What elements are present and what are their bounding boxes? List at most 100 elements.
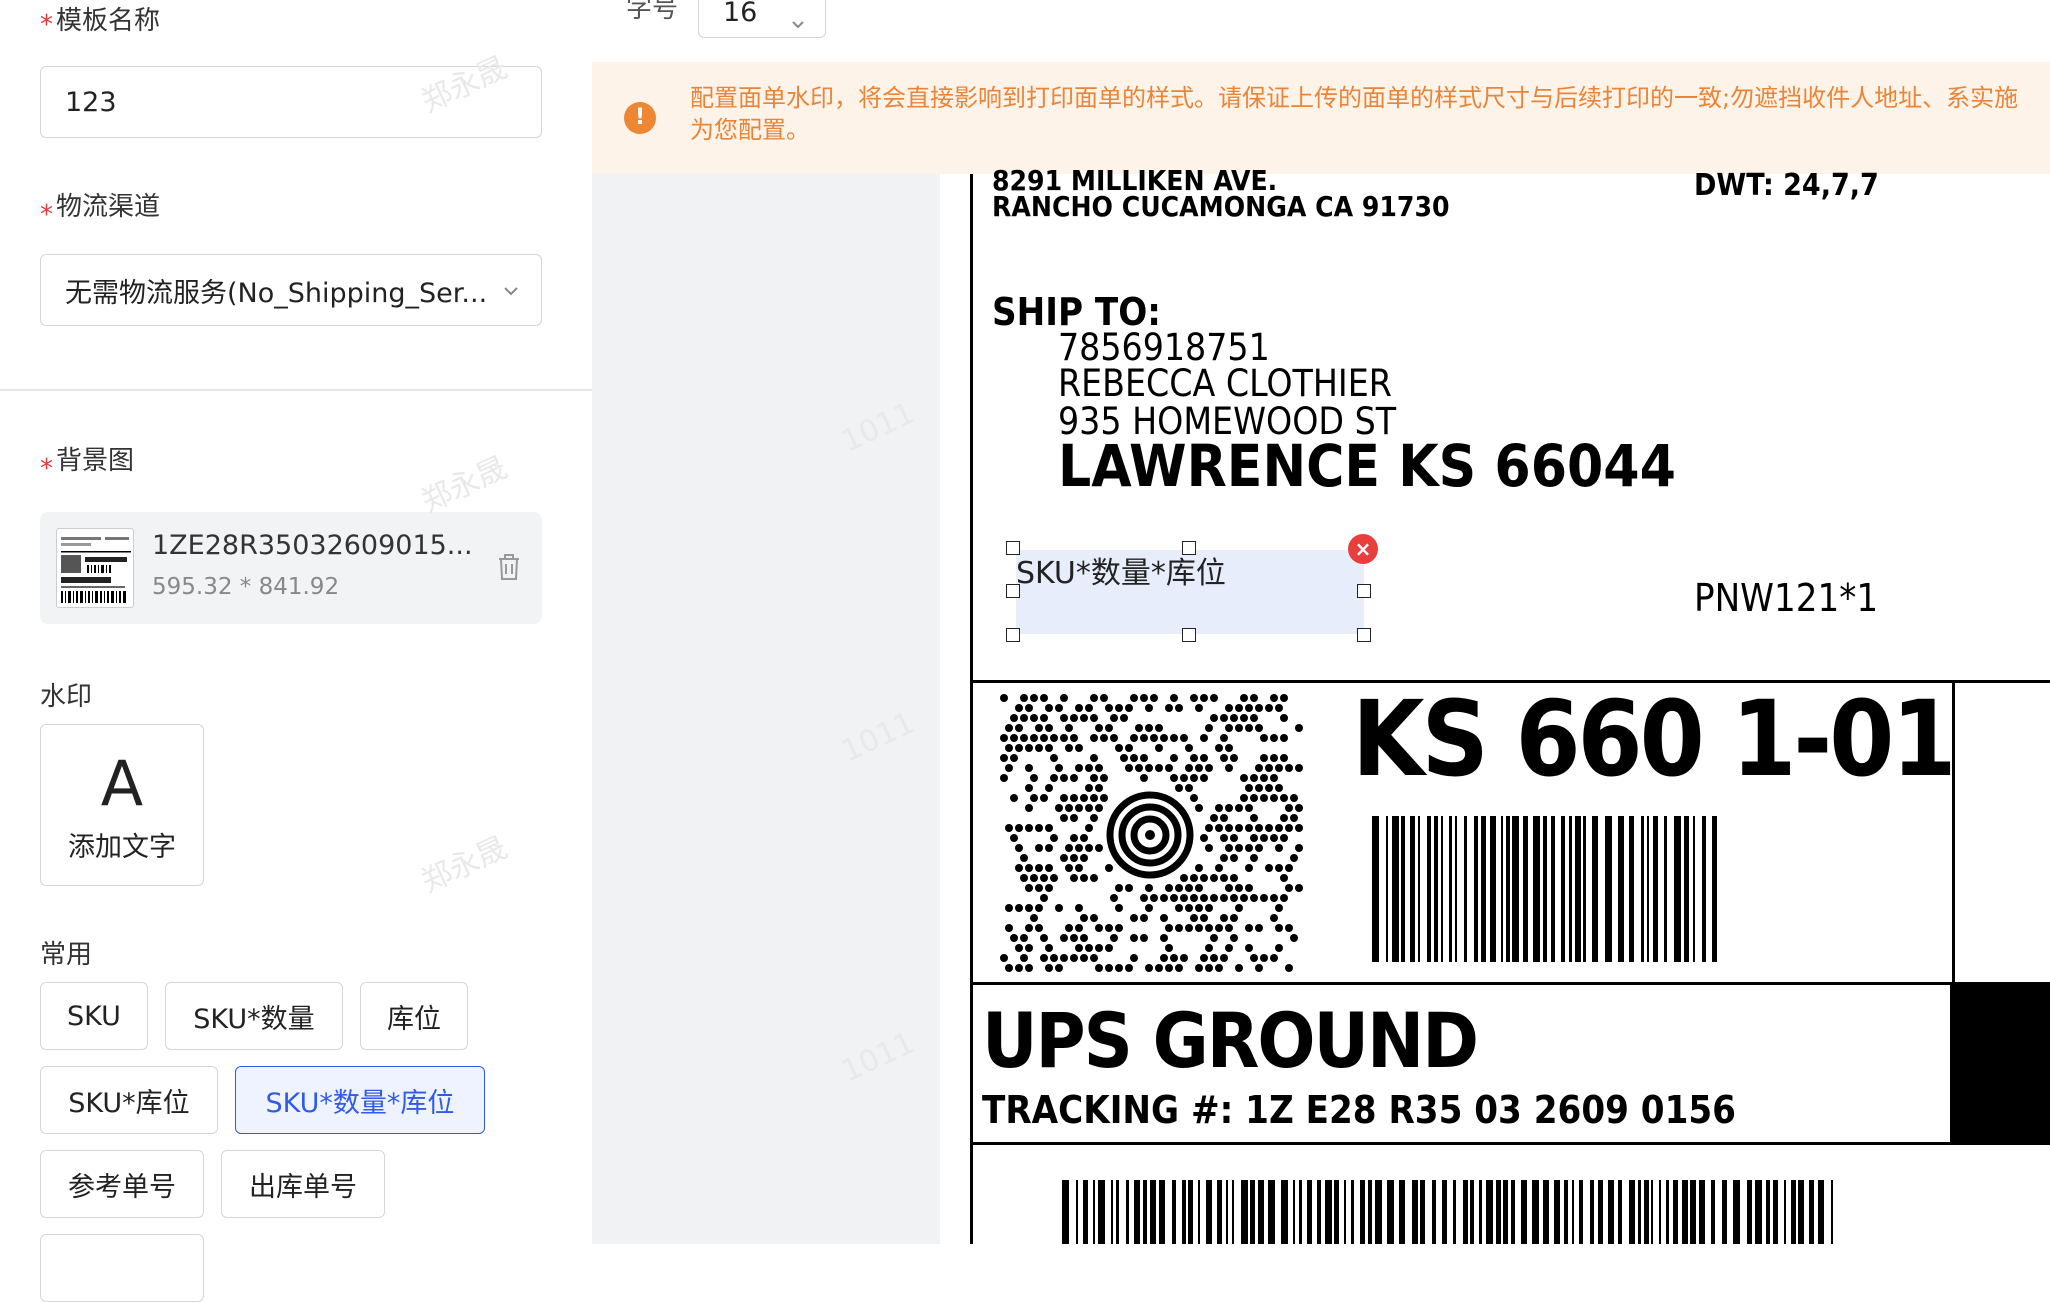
maxicode-dot [1225,944,1233,952]
trash-icon[interactable] [496,552,522,586]
maxicode-dot [1025,944,1033,952]
tag-sku[interactable]: SKU [40,982,148,1050]
maxicode-dot [1090,914,1098,922]
maxicode-dot [1070,714,1078,722]
maxicode-dot [1230,894,1238,902]
barcode-bar [1441,816,1443,962]
tag-sku-qty-location[interactable]: SKU*数量*库位 [235,1066,485,1134]
maxicode-dot [1225,724,1233,732]
barcode-bar [1076,1180,1078,1244]
maxicode-dot [1245,724,1253,732]
tag-location[interactable]: 库位 [360,982,468,1050]
maxicode-dot [1180,774,1188,782]
maxicode-dot [1130,734,1138,742]
template-name-input[interactable]: 123 [40,66,542,138]
barcode-bar [1592,816,1598,962]
maxicode-dot [1220,914,1228,922]
font-size-select[interactable]: 16 [698,0,826,38]
maxicode-dot [1200,894,1208,902]
maxicode-dot [1270,894,1278,902]
maxicode-dot [1165,944,1173,952]
barcode-bar [1532,1180,1539,1244]
maxicode-dot [1000,774,1008,782]
maxicode-dot [1195,924,1203,932]
maxicode-dot [1280,714,1288,722]
maxicode-dot [1285,884,1293,892]
maxicode-dot [1295,804,1303,812]
maxicode-dot [1025,784,1033,792]
maxicode-dot [1175,784,1183,792]
barcode-bar [1747,1180,1752,1244]
barcode-bar [1375,1180,1382,1244]
maxicode-dot [1095,724,1103,732]
close-icon[interactable]: × [1348,534,1378,564]
maxicode-dot [1015,744,1023,752]
tag-outbound-number[interactable]: 出库单号 [221,1150,385,1218]
maxicode-dot [1035,904,1043,912]
barcode-bar [1386,816,1388,962]
tag-sku-qty[interactable]: SKU*数量 [165,982,343,1050]
maxicode-dot [1280,694,1288,702]
maxicode-dot [1095,964,1103,972]
maxicode-dot [1165,884,1173,892]
maxicode-dot [1140,694,1148,702]
maxicode-dot [1055,904,1063,912]
maxicode-dot [1215,864,1223,872]
maxicode-dot [1125,764,1133,772]
maxicode-dot [1230,874,1238,882]
maxicode-dot [1150,694,1158,702]
tag-reference-number[interactable]: 参考单号 [40,1150,204,1218]
maxicode-dot [1215,744,1223,752]
maxicode-dot [1280,834,1288,842]
maxicode-dot [1045,964,1053,972]
maxicode-dot [1260,894,1268,902]
maxicode-dot [1245,704,1253,712]
maxicode-dot [1070,734,1078,742]
barcode-bar [1392,816,1399,962]
barcode-bar [1486,1180,1493,1244]
maxicode-dot [1100,794,1108,802]
maxicode-dot [1225,804,1233,812]
tag-sku-location[interactable]: SKU*库位 [40,1066,218,1134]
maxicode-dot [1055,804,1063,812]
resize-handle[interactable] [1006,541,1020,555]
maxicode-dot [1000,694,1008,702]
maxicode-dot [1080,714,1088,722]
maxicode-dot [1015,844,1023,852]
maxicode-dot [1205,964,1213,972]
label-black-block [1950,984,2050,1144]
resize-handle[interactable] [1006,628,1020,642]
maxicode-dot [1260,794,1268,802]
maxicode-dot [1100,694,1108,702]
maxicode-dot [1140,754,1148,762]
common-label: 常用 [40,940,93,970]
maxicode-dot [1040,714,1048,722]
resize-handle[interactable] [1357,628,1371,642]
barcode-bar [1410,816,1415,962]
add-text-label: 添加文字 [68,832,176,863]
maxicode-dot [1185,904,1193,912]
maxicode-dot [1210,814,1218,822]
maxicode-dot [1075,764,1083,772]
barcode-bar [1651,1180,1653,1244]
add-text-button[interactable]: A 添加文字 [40,724,204,886]
maxicode-dot [1145,704,1153,712]
maxicode-dot [1045,844,1053,852]
label-thumbnail[interactable] [56,528,134,608]
maxicode-dot [1025,884,1033,892]
tag-more[interactable] [40,1234,204,1302]
maxicode-dot [1040,794,1048,802]
resize-handle[interactable] [1357,584,1371,598]
logistics-select[interactable]: 无需物流服务(No_Shipping_Ser... [40,254,542,326]
maxicode-dot [1240,774,1248,782]
maxicode-dot [1285,804,1293,812]
maxicode-dot [1020,734,1028,742]
resize-handle[interactable] [1182,541,1196,555]
resize-handle[interactable] [1006,584,1020,598]
template-name-label: 模板名称 [56,6,161,36]
maxicode-dot [1010,834,1018,842]
resize-handle[interactable] [1182,628,1196,642]
maxicode-dot [1230,754,1238,762]
maxicode-dot [1090,774,1098,782]
label-service: UPS GROUND [982,996,1479,1085]
